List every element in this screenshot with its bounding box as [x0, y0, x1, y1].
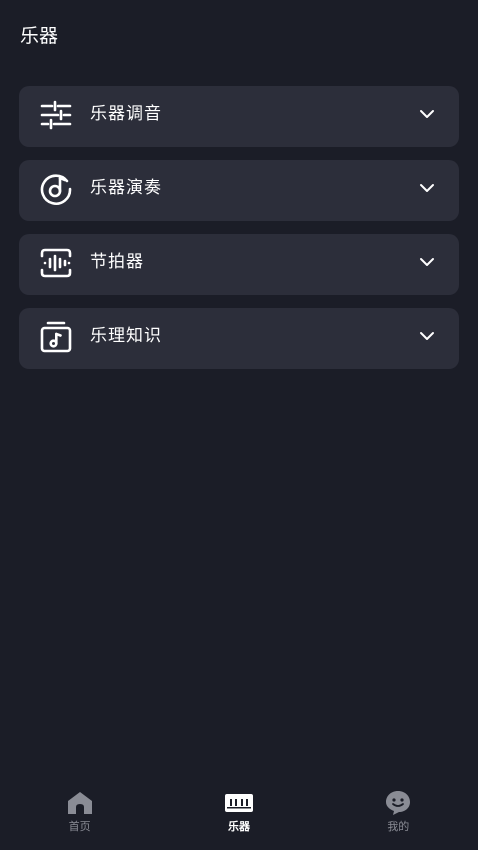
music-note-box-icon — [39, 320, 73, 354]
home-icon — [66, 790, 94, 816]
menu-item-label: 乐理知识 — [90, 326, 162, 346]
music-disc-icon — [39, 172, 73, 206]
tab-mine[interactable]: 我的 — [319, 790, 478, 850]
tab-label: 乐器 — [227, 820, 250, 833]
page-title: 乐器 — [20, 25, 59, 47]
menu-item-label: 节拍器 — [90, 252, 144, 272]
piano-icon — [224, 790, 253, 816]
tab-label: 首页 — [68, 820, 91, 833]
sliders-icon — [39, 98, 73, 132]
chevron-down-icon — [419, 182, 435, 194]
menu-item-tuning[interactable]: 乐器调音 — [19, 86, 459, 147]
metronome-wave-icon — [39, 246, 73, 280]
menu-item-label: 乐器调音 — [90, 104, 162, 124]
chevron-down-icon — [419, 256, 435, 268]
tab-label: 我的 — [387, 820, 410, 833]
menu-item-playing[interactable]: 乐器演奏 — [19, 160, 459, 221]
menu-item-music-theory[interactable]: 乐理知识 — [19, 308, 459, 369]
tab-home[interactable]: 首页 — [0, 790, 159, 850]
menu-item-label: 乐器演奏 — [90, 178, 162, 198]
chevron-down-icon — [419, 108, 435, 120]
menu-item-metronome[interactable]: 节拍器 — [19, 234, 459, 295]
instrument-menu: 乐器调音 乐器演奏 节拍器 乐理知识 — [19, 86, 459, 382]
bottom-tab-bar: 首页 乐器 我的 — [0, 790, 478, 850]
chat-face-icon — [384, 790, 412, 816]
tab-instruments[interactable]: 乐器 — [159, 790, 318, 850]
chevron-down-icon — [419, 330, 435, 342]
